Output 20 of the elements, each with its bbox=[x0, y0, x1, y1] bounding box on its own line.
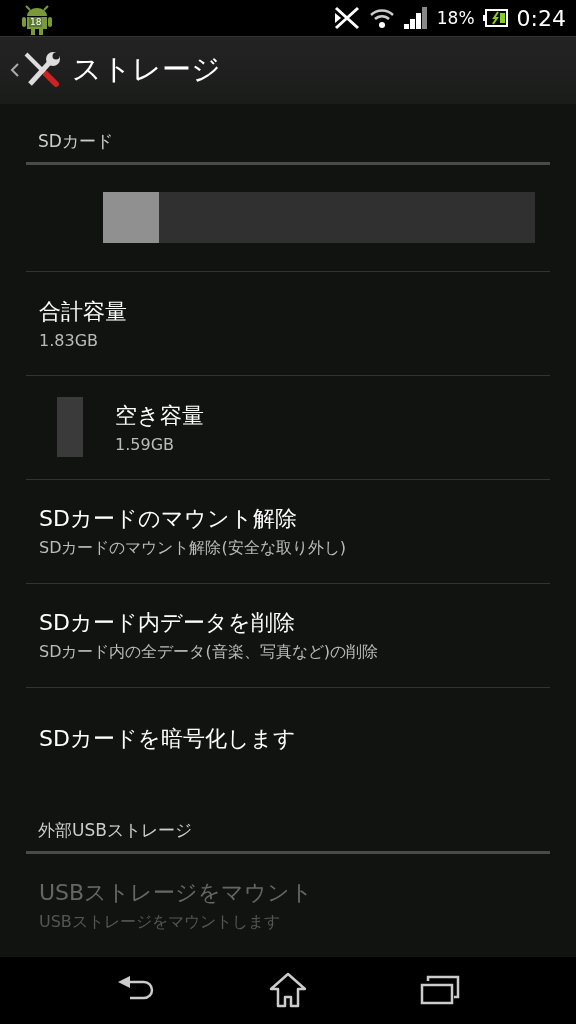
item-title: USBストレージをマウント bbox=[39, 878, 314, 907]
item-title: SDカードを暗号化します bbox=[39, 725, 296, 754]
item-subtitle: 1.59GB bbox=[115, 434, 175, 454]
battery-percentage: 18% bbox=[436, 8, 475, 28]
settings-item[interactable]: SDカードを暗号化します bbox=[26, 686, 550, 791]
item-subtitle: SDカード内の全データ(音楽、写真など)の削除 bbox=[39, 641, 378, 663]
item-title: SDカード内データを削除 bbox=[39, 608, 296, 637]
clock-time: 0:24 bbox=[516, 5, 566, 31]
item-subtitle: SDカードのマウント解除(安全な取り外し) bbox=[39, 537, 346, 559]
screen-title: ストレージ bbox=[72, 51, 221, 89]
section-header: 外部USBストレージ bbox=[26, 806, 550, 854]
settings-item[interactable]: SDカード内データを削除 SDカード内の全データ(音楽、写真など)の削除 bbox=[26, 582, 550, 687]
item-title: SDカードのマウント解除 bbox=[39, 504, 298, 533]
item-subtitle: 1.83GB bbox=[39, 330, 99, 350]
settings-item[interactable]: SDカードのマウント解除 SDカードのマウント解除(安全な取り外し) bbox=[26, 478, 550, 583]
item-title: 空き容量 bbox=[115, 401, 204, 430]
item-subtitle: USBストレージをマウントします bbox=[39, 911, 281, 933]
section-header: SDカード bbox=[26, 117, 550, 165]
item-title: 合計容量 bbox=[39, 297, 127, 326]
notification-count: 18 bbox=[29, 17, 43, 27]
